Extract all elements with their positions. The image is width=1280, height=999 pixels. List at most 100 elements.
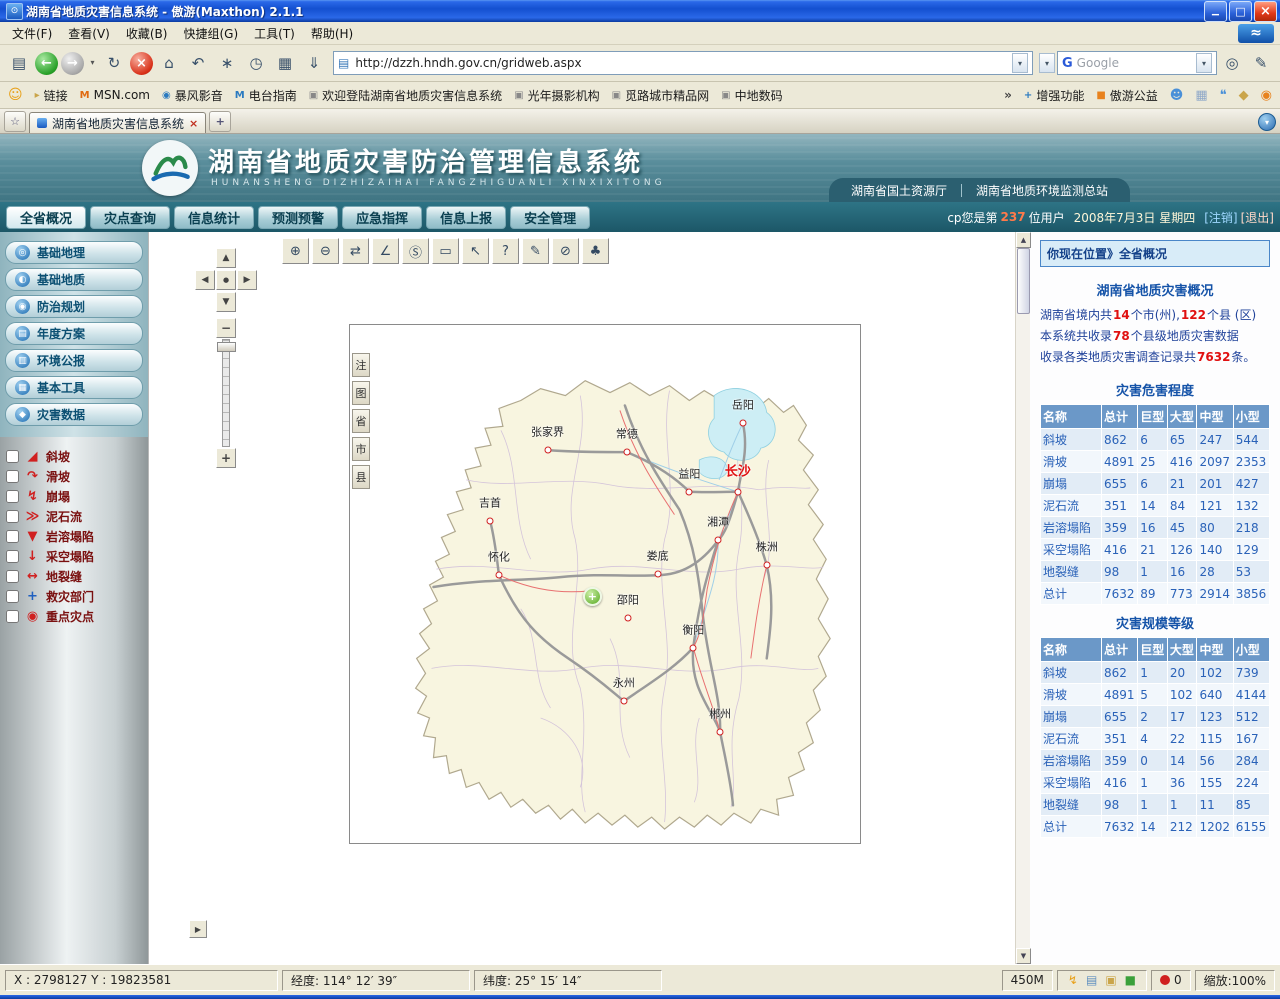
vertical-scrollbar[interactable] <box>1015 232 1030 964</box>
chat-icon[interactable]: ❝ <box>1220 88 1227 103</box>
tab-close-icon[interactable] <box>189 117 198 130</box>
link-msn[interactable]: MMSN.com <box>80 88 150 102</box>
timer-button[interactable]: ◷ <box>243 50 269 76</box>
forward-button[interactable]: → <box>61 52 84 75</box>
zoom-in-tool[interactable]: ⊕ <box>282 238 309 264</box>
plugin-button[interactable]: ∗ <box>214 50 240 76</box>
menu-item[interactable]: 查看(V) <box>60 22 118 45</box>
link-baofeng[interactable]: ◉暴风影音 <box>162 87 223 104</box>
sidebar-item-basic-geology[interactable]: ◐基础地质 <box>5 268 143 291</box>
maximize-button[interactable] <box>1229 1 1252 22</box>
links-overflow-icon[interactable]: » <box>1004 88 1012 102</box>
sidebar-item-basic-geography[interactable]: ◎基础地理 <box>5 241 143 264</box>
pan-down-button[interactable] <box>216 292 236 312</box>
sidebar-item-disaster-data[interactable]: ◆灾害数据 <box>5 403 143 426</box>
undo-button[interactable]: ↶ <box>185 50 211 76</box>
link-milu[interactable]: ▣觅路城市精品网 <box>612 87 709 104</box>
history-dropdown[interactable]: ▾ <box>87 50 98 76</box>
logout-link[interactable]: [注销] <box>1204 209 1237 226</box>
sidebar-item-basic-tools[interactable]: ▦基本工具 <box>5 376 143 399</box>
search-engine-dropdown[interactable] <box>1196 53 1212 73</box>
nav-tab[interactable]: 信息上报 <box>426 206 506 229</box>
layer-debris-flow[interactable]: ≫泥石流 <box>6 506 142 526</box>
zoom-out-tool[interactable]: ⊖ <box>312 238 339 264</box>
map-scroll-right-button[interactable] <box>189 920 207 938</box>
pan-right-button[interactable] <box>237 270 257 290</box>
shield-icon[interactable]: ■ <box>1123 973 1138 987</box>
zoom-out-button[interactable] <box>216 318 236 338</box>
back-button[interactable]: ← <box>35 52 58 75</box>
menu-item[interactable]: 收藏(B) <box>118 22 176 45</box>
home-button[interactable]: ⌂ <box>156 50 182 76</box>
pointer-tool[interactable]: ↖ <box>462 238 489 264</box>
gift-icon[interactable]: ◆ <box>1239 88 1249 103</box>
zoom-slider-thumb[interactable] <box>217 342 236 352</box>
link-links[interactable]: ▸链接 <box>35 87 68 104</box>
layer-checkbox[interactable] <box>6 470 19 483</box>
address-input[interactable] <box>353 55 1008 71</box>
zoom-slider-track[interactable] <box>222 339 230 447</box>
menu-item[interactable]: 文件(F) <box>4 22 60 45</box>
select-rect-tool[interactable]: ▭ <box>432 238 459 264</box>
power-icon[interactable]: ↯ <box>1066 973 1080 987</box>
scrollbar-thumb[interactable] <box>1017 248 1030 314</box>
tab-list-button[interactable] <box>1258 113 1276 131</box>
layer-landslide[interactable]: ↷滑坡 <box>6 466 142 486</box>
header-link-land-resources[interactable]: 湖南省国土资源厅 <box>851 182 947 199</box>
folder-icon[interactable]: ▣ <box>1103 973 1118 987</box>
link-zhongdi[interactable]: ▣中地数码 <box>721 87 782 104</box>
grid-icon[interactable]: ▦ <box>1195 88 1207 103</box>
draw-tool[interactable]: ✎ <box>522 238 549 264</box>
link-photo[interactable]: ▣光年摄影机构 <box>514 87 599 104</box>
scroll-down-icon[interactable] <box>1016 948 1031 964</box>
pan-left-button[interactable] <box>195 270 215 290</box>
zoom-in-button[interactable] <box>216 448 236 468</box>
address-bar[interactable]: ▤ <box>333 51 1033 75</box>
pan-up-button[interactable] <box>216 248 236 268</box>
layer-checkbox[interactable] <box>6 610 19 623</box>
layer-checkbox[interactable] <box>6 590 19 603</box>
layer-karst[interactable]: ▼岩溶塌陷 <box>6 526 142 546</box>
layer-checkbox[interactable] <box>6 530 19 543</box>
close-button[interactable] <box>1254 1 1277 22</box>
map-viewport[interactable]: 注图省市县 <box>349 324 861 844</box>
legend-tool[interactable]: ♣ <box>582 238 609 264</box>
user-icon[interactable]: ☻ <box>1170 88 1184 103</box>
link-charity[interactable]: ■傲游公益 <box>1096 87 1157 104</box>
map-canvas[interactable]: 张家界常德岳阳益阳长沙吉首湘潭株洲怀化娄底邵阳衡阳永州郴州 + <box>372 341 852 835</box>
menu-item[interactable]: 工具(T) <box>246 22 303 45</box>
identify-tool[interactable]: ? <box>492 238 519 264</box>
search-box[interactable]: G Google <box>1057 51 1217 75</box>
snapshot-button[interactable]: ▦ <box>272 50 298 76</box>
favorites-icon[interactable]: ☺ <box>8 87 23 103</box>
layer-collapse[interactable]: ↯崩塌 <box>6 486 142 506</box>
layer-checkbox[interactable] <box>6 450 19 463</box>
new-tab-button[interactable] <box>209 111 231 132</box>
nav-tab[interactable]: 信息统计 <box>174 206 254 229</box>
sidebar-item-env-bulletin[interactable]: ▥环境公报 <box>5 349 143 372</box>
pan-center-button[interactable] <box>216 270 236 290</box>
link-radio[interactable]: M电台指南 <box>235 87 297 104</box>
map-layer-button[interactable]: 图 <box>352 381 370 405</box>
layer-checkbox[interactable] <box>6 570 19 583</box>
highlight-button[interactable]: ✎ <box>1248 50 1274 76</box>
menu-item[interactable]: 快捷组(G) <box>175 22 246 45</box>
nav-tab[interactable]: 灾点查询 <box>90 206 170 229</box>
feed-icon[interactable]: ◉ <box>1261 88 1272 103</box>
exit-link[interactable]: [退出] <box>1241 209 1274 226</box>
layer-fissure[interactable]: ↔地裂缝 <box>6 566 142 586</box>
layer-checkbox[interactable] <box>6 510 19 523</box>
map-layer-button[interactable]: 市 <box>352 437 370 461</box>
nav-tab[interactable]: 全省概况 <box>6 206 86 229</box>
maxthon-logo[interactable] <box>1238 24 1274 43</box>
go-dropdown[interactable] <box>1039 53 1055 73</box>
stop-button[interactable]: × <box>130 52 153 75</box>
sidebar-item-prevention-plan[interactable]: ◉防治规划 <box>5 295 143 318</box>
search-button[interactable]: ◎ <box>1219 50 1245 76</box>
nav-tab[interactable]: 安全管理 <box>510 206 590 229</box>
scroll-up-icon[interactable] <box>1016 232 1031 248</box>
address-dropdown[interactable] <box>1012 53 1028 73</box>
link-enhance[interactable]: +增强功能 <box>1024 87 1084 104</box>
layer-slope[interactable]: ◢斜坡 <box>6 446 142 466</box>
new-page-button[interactable]: ▤ <box>6 50 32 76</box>
